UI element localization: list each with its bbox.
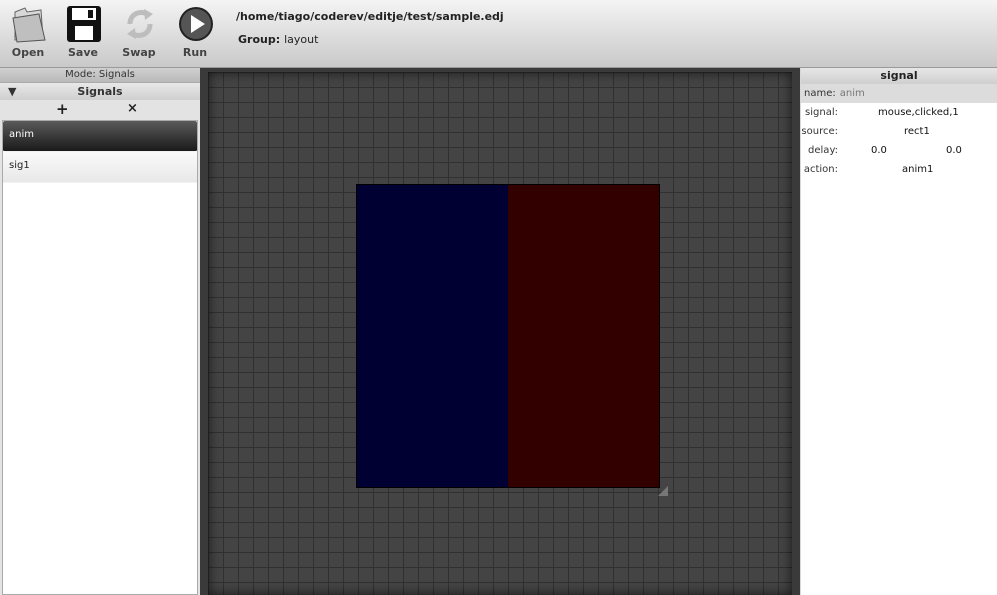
signal-list: anim sig1 bbox=[2, 120, 198, 595]
save-label: Save bbox=[68, 46, 98, 59]
action-field[interactable]: anim1 bbox=[902, 160, 933, 179]
save-button[interactable]: Save bbox=[58, 4, 108, 62]
group-bounding-box bbox=[356, 184, 660, 488]
signal-actions: + × bbox=[0, 100, 200, 118]
action-row: action: anim1 bbox=[801, 160, 997, 179]
toolbar: Open Save Swap Run /home/tiago/coderev/e… bbox=[0, 0, 997, 68]
mode-label: Mode: Signals bbox=[0, 68, 200, 83]
signal-item-sig1[interactable]: sig1 bbox=[3, 152, 197, 183]
add-signal-button[interactable]: + bbox=[56, 100, 69, 118]
signals-header[interactable]: ▼ Signals bbox=[0, 83, 200, 100]
swap-arrows-icon bbox=[127, 9, 153, 39]
delay-field-1[interactable]: 0.0 bbox=[871, 141, 887, 160]
floppy-disk-icon bbox=[67, 6, 101, 42]
folder-icon bbox=[12, 7, 46, 43]
remove-signal-button[interactable]: × bbox=[127, 100, 138, 118]
group-info: Group: layout bbox=[238, 33, 318, 46]
name-row: name: anim bbox=[801, 84, 997, 103]
swap-label: Swap bbox=[122, 46, 156, 59]
resize-handle-icon[interactable] bbox=[658, 486, 668, 496]
run-button[interactable]: Run bbox=[170, 4, 220, 62]
signal-label: signal: bbox=[805, 107, 838, 118]
delay-label: delay: bbox=[808, 145, 838, 156]
file-path: /home/tiago/coderev/editje/test/sample.e… bbox=[236, 10, 504, 23]
delay-field-2[interactable]: 0.0 bbox=[946, 141, 962, 160]
open-label: Open bbox=[11, 46, 45, 59]
source-row: source: rect1 bbox=[801, 122, 997, 141]
signals-panel: Mode: Signals ▼ Signals + × anim sig1 bbox=[0, 68, 200, 595]
name-field[interactable]: anim bbox=[840, 88, 865, 99]
edit-canvas[interactable] bbox=[200, 68, 800, 595]
properties-title: signal bbox=[801, 68, 997, 84]
signal-field[interactable]: mouse,clicked,1 bbox=[878, 103, 959, 122]
source-field[interactable]: rect1 bbox=[904, 122, 930, 141]
source-label: source: bbox=[801, 126, 838, 137]
name-label: name: bbox=[804, 88, 836, 99]
collapse-triangle-icon[interactable]: ▼ bbox=[8, 83, 16, 100]
action-label: action: bbox=[803, 164, 838, 175]
signal-row: signal: mouse,clicked,1 bbox=[801, 103, 997, 122]
signals-header-label: Signals bbox=[77, 85, 123, 98]
run-label: Run bbox=[182, 46, 208, 59]
swap-button[interactable]: Swap bbox=[114, 4, 164, 62]
group-label: Group: bbox=[238, 33, 281, 46]
signal-item-anim[interactable]: anim bbox=[3, 121, 197, 152]
delay-row: delay: 0.0 0.0 bbox=[801, 141, 997, 160]
open-button[interactable]: Open bbox=[3, 4, 53, 62]
canvas-grid[interactable] bbox=[208, 72, 792, 595]
group-value: layout bbox=[284, 33, 319, 46]
play-icon bbox=[179, 7, 213, 41]
properties-panel: signal name: anim signal: mouse,clicked,1… bbox=[801, 68, 997, 595]
